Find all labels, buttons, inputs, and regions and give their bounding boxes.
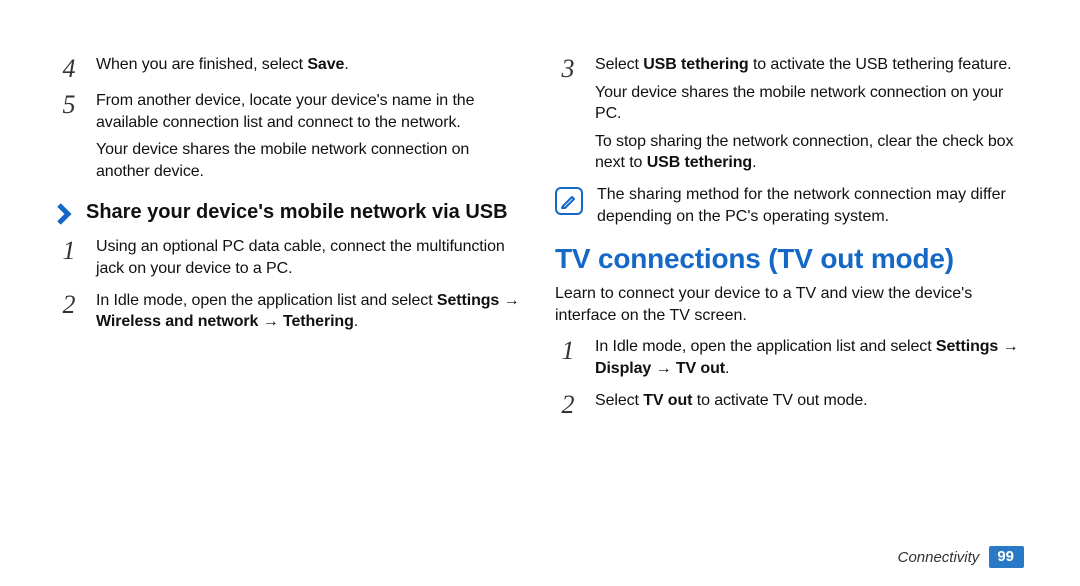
step-body: When you are finished, select Save.	[96, 54, 349, 76]
step-number: 2	[56, 292, 82, 318]
steps-continued: 4 When you are finished, select Save. 5 Fro…	[56, 54, 525, 182]
step-body: Select USB tethering to activate the USB…	[595, 54, 1024, 174]
step-body: From another device, locate your device'…	[96, 90, 525, 182]
note-icon	[555, 187, 583, 215]
steps-share-usb: 1 Using an optional PC data cable, connec…	[56, 236, 525, 332]
step-body: In Idle mode, open the application list …	[96, 290, 525, 333]
section-intro-tv: Learn to connect your device to a TV and…	[555, 283, 1024, 326]
footer-category: Connectivity	[898, 549, 980, 566]
step-number: 2	[555, 392, 581, 418]
step-number: 1	[555, 338, 581, 364]
step-item: 2 In Idle mode, open the application list…	[56, 290, 525, 333]
step-item: 5 From another device, locate your device…	[56, 90, 525, 182]
step-paragraph: Using an optional PC data cable, connect…	[96, 236, 525, 279]
note-box: The sharing method for the network conne…	[555, 184, 1024, 227]
step-paragraph: From another device, locate your device'…	[96, 90, 525, 133]
step-body: Select TV out to activate TV out mode.	[595, 390, 867, 412]
step-paragraph: To stop sharing the network connection, …	[595, 131, 1024, 174]
page-number-badge: 99	[989, 546, 1024, 568]
step-paragraph: Select TV out to activate TV out mode.	[595, 390, 867, 412]
steps-tv-out: 1 In Idle mode, open the application list…	[555, 336, 1024, 415]
step-item: 1 Using an optional PC data cable, connec…	[56, 236, 525, 279]
step-paragraph: Select USB tethering to activate the USB…	[595, 54, 1024, 76]
step-number: 1	[56, 238, 82, 264]
note-text: The sharing method for the network conne…	[597, 184, 1024, 227]
manual-page: 4 When you are finished, select Save. 5 Fro…	[0, 0, 1080, 586]
steps-usb-tethering: 3 Select USB tethering to activate the US…	[555, 54, 1024, 174]
right-column: 3 Select USB tethering to activate the US…	[555, 50, 1024, 556]
step-item: 2 Select TV out to activate TV out mode.	[555, 390, 1024, 416]
left-column: 4 When you are finished, select Save. 5 Fro…	[56, 50, 525, 556]
step-paragraph: Your device shares the mobile network co…	[595, 82, 1024, 125]
page-footer: Connectivity 99	[898, 546, 1024, 568]
step-body: Using an optional PC data cable, connect…	[96, 236, 525, 279]
step-item: 1 In Idle mode, open the application list…	[555, 336, 1024, 379]
subheading-share-usb: Share your device's mobile network via U…	[56, 200, 525, 226]
chevron-right-icon	[56, 202, 76, 228]
step-paragraph: In Idle mode, open the application list …	[96, 290, 525, 333]
step-paragraph: In Idle mode, open the application list …	[595, 336, 1024, 379]
step-item: 3 Select USB tethering to activate the US…	[555, 54, 1024, 174]
section-title-tv: TV connections (TV out mode)	[555, 243, 1024, 275]
step-item: 4 When you are finished, select Save.	[56, 54, 525, 80]
subheading-text: Share your device's mobile network via U…	[86, 200, 508, 225]
step-number: 5	[56, 92, 82, 118]
step-paragraph: Your device shares the mobile network co…	[96, 139, 525, 182]
step-number: 3	[555, 56, 581, 82]
step-body: In Idle mode, open the application list …	[595, 336, 1024, 379]
step-paragraph: When you are finished, select Save.	[96, 54, 349, 76]
step-number: 4	[56, 56, 82, 82]
